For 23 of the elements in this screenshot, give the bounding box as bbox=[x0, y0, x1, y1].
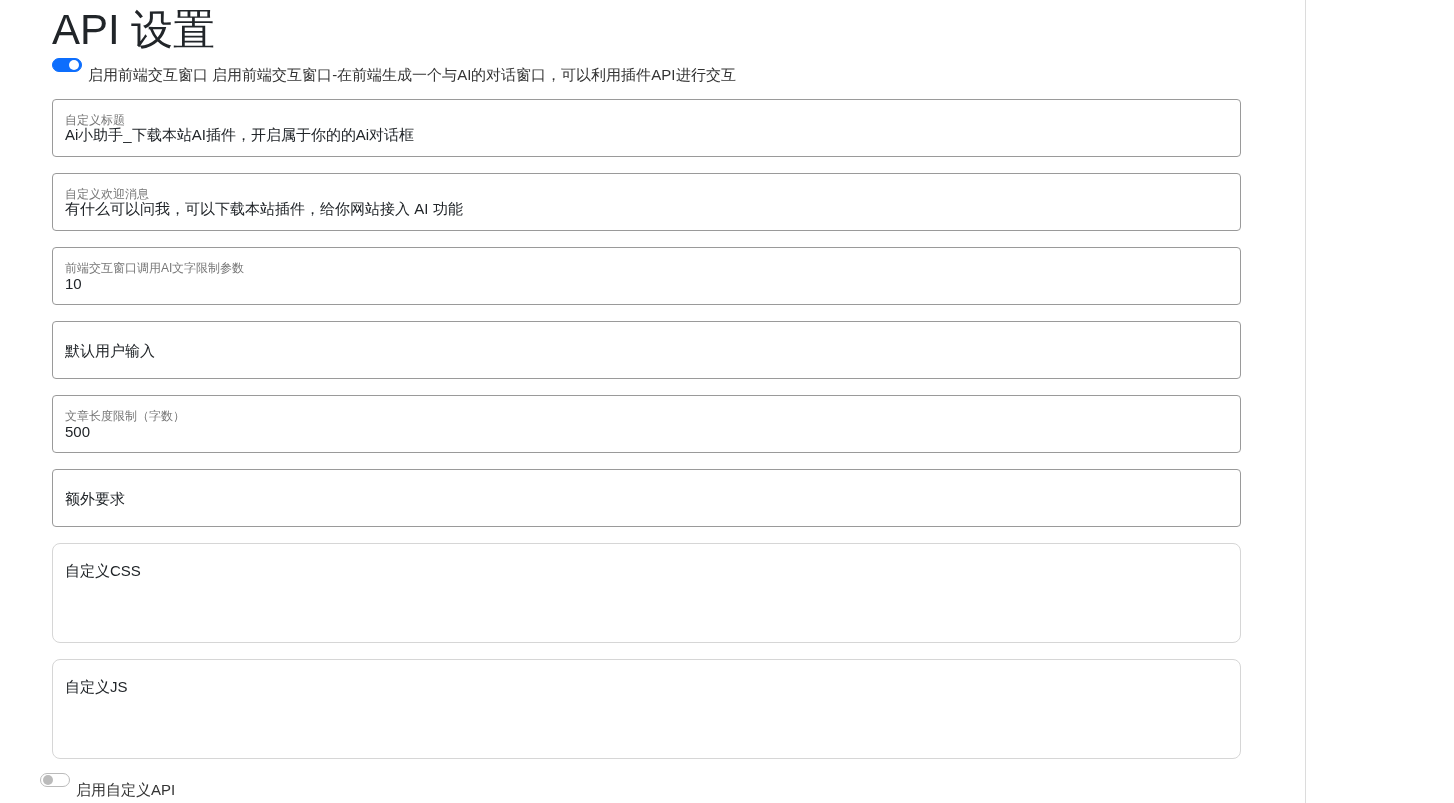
field-label: 前端交互窗口调用AI文字限制参数 bbox=[65, 260, 246, 275]
text-field[interactable]: 文章长度限制（字数） 500 bbox=[52, 395, 1241, 454]
text-input[interactable]: 10 bbox=[65, 275, 1228, 292]
text-field[interactable]: 默认用户输入 bbox=[52, 321, 1241, 380]
switch-label: 启用自定义API bbox=[76, 781, 176, 801]
text-input[interactable]: 有什么可以问我，可以下载本站插件，给你网站接入 AI 功能 bbox=[65, 201, 1228, 218]
field-label: 自定义欢迎消息 bbox=[65, 186, 150, 201]
text-input[interactable]: 默认用户输入 bbox=[65, 341, 1228, 359]
text-area-field[interactable]: 自定义JS bbox=[52, 659, 1241, 760]
text-input[interactable]: 500 bbox=[65, 423, 1228, 440]
text-area-field[interactable]: 自定义CSS bbox=[52, 543, 1241, 644]
switch-label: 启用前端交互窗口 启用前端交互窗口-在前端生成一个与AI的对话窗口，可以利用插件API进行交互 bbox=[88, 66, 736, 86]
toggle-switch[interactable] bbox=[40, 773, 70, 788]
text-field[interactable]: 自定义标题 Ai小助手_下载本站AI插件，开启属于你的的Ai对话框 bbox=[52, 99, 1241, 158]
text-input[interactable]: Ai小助手_下载本站AI插件，开启属于你的的Ai对话框 bbox=[65, 127, 1228, 144]
text-field[interactable]: 前端交互窗口调用AI文字限制参数 10 bbox=[52, 247, 1241, 306]
field-label: 自定义标题 bbox=[65, 112, 126, 127]
text-field[interactable]: 额外要求 bbox=[52, 469, 1241, 528]
field-label: 文章长度限制（字数） bbox=[65, 408, 186, 423]
toggle-switch[interactable] bbox=[52, 58, 82, 73]
text-field[interactable]: 自定义欢迎消息 有什么可以问我，可以下载本站插件，给你网站接入 AI 功能 bbox=[52, 173, 1241, 232]
text-input[interactable]: 额外要求 bbox=[65, 489, 1228, 507]
page-title: API 设置 bbox=[52, 6, 216, 55]
